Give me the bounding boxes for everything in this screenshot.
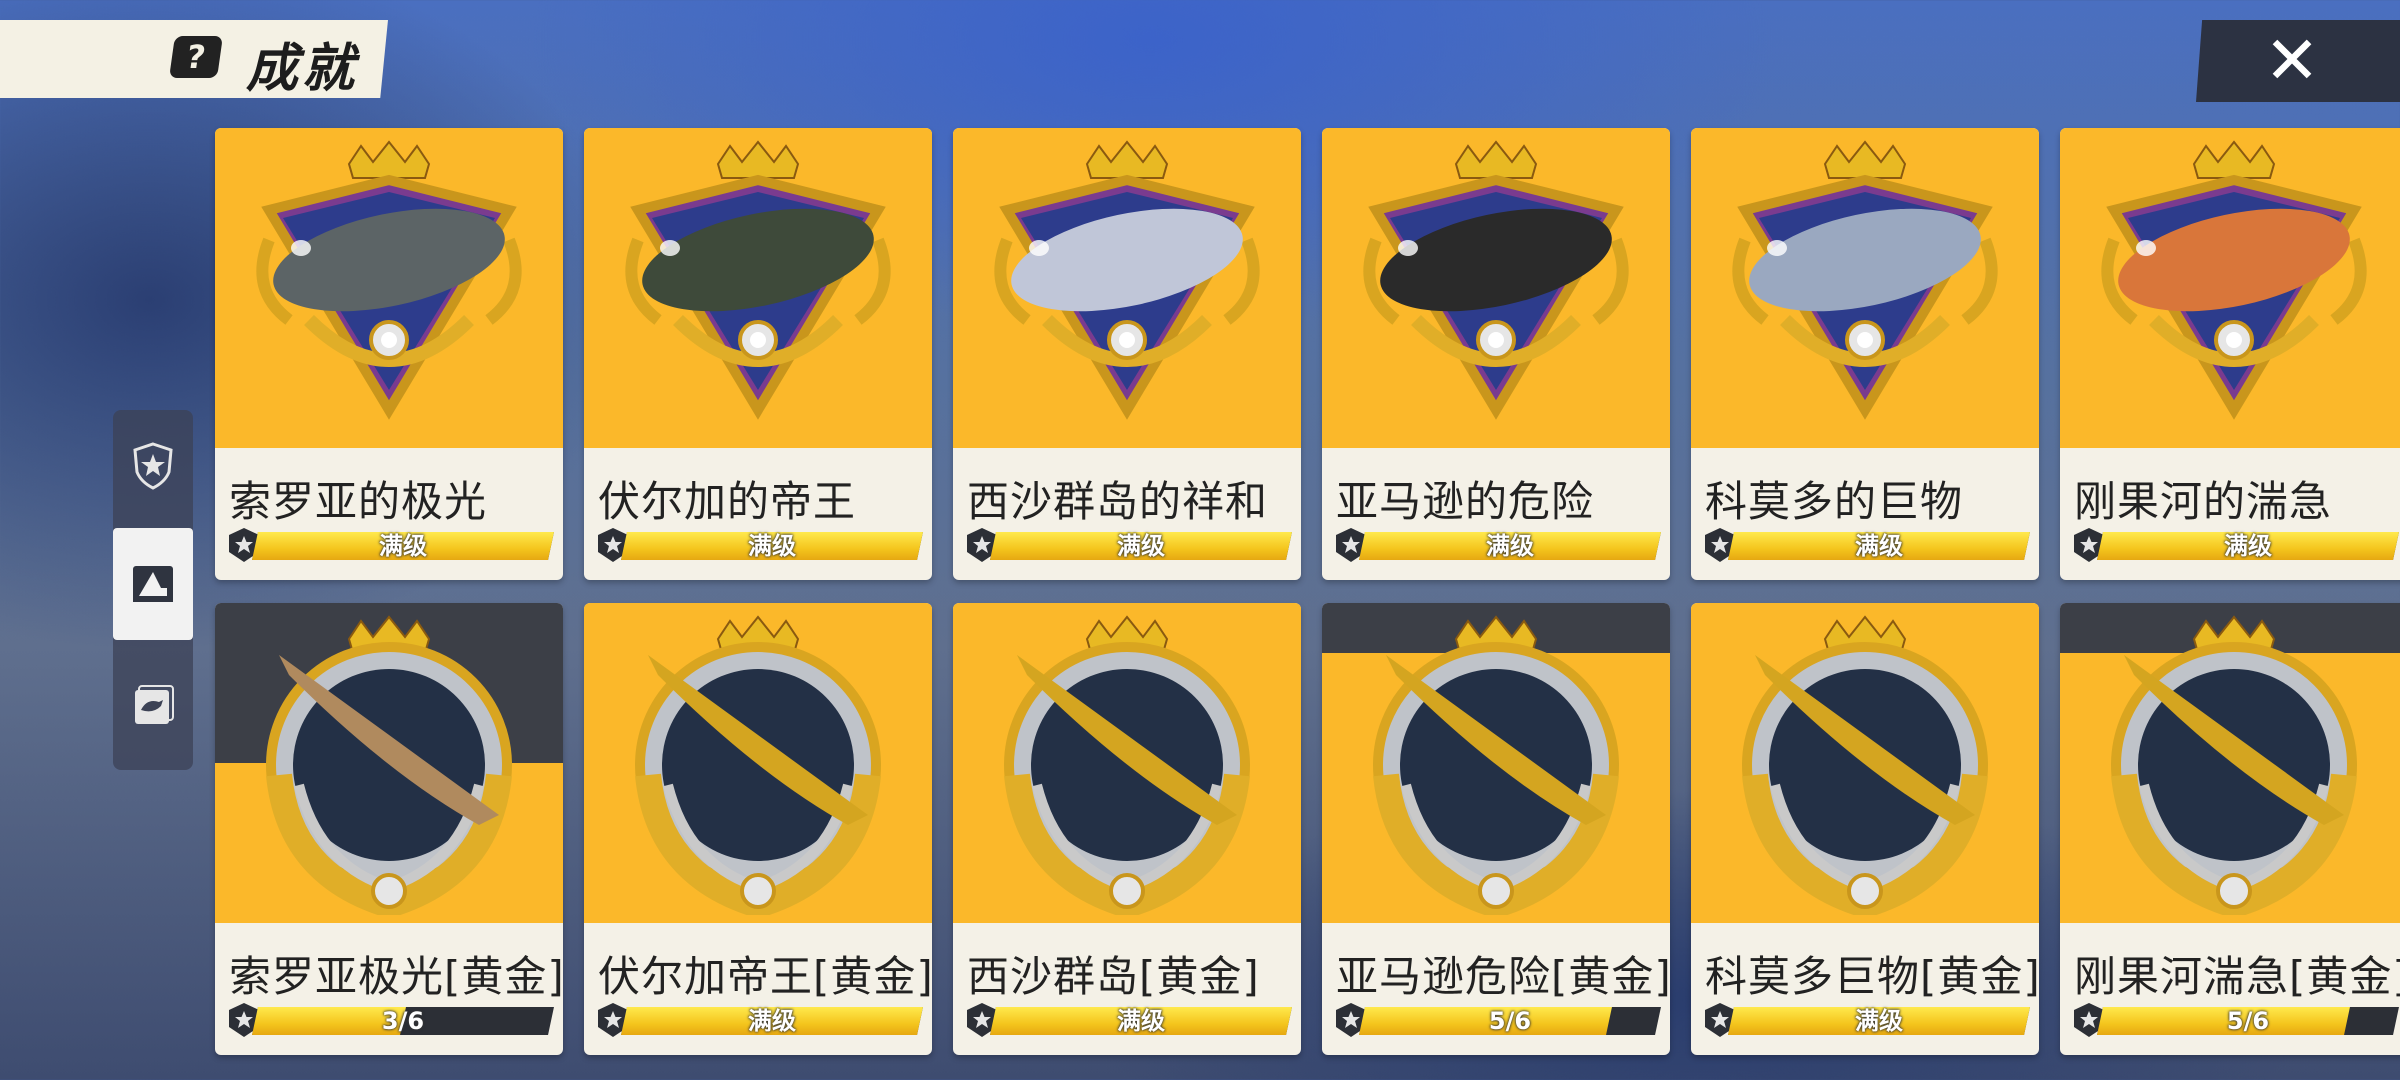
- progress-label: 满级: [1855, 532, 1903, 560]
- close-icon: ✕: [2264, 22, 2320, 99]
- achievement-name: 科莫多巨物[黄金]: [1705, 952, 2039, 1001]
- achievement-card[interactable]: 索罗亚的极光满级: [215, 128, 563, 580]
- achievement-name: 索罗亚极光[黄金]: [229, 952, 563, 1001]
- progress-label: 满级: [1855, 1007, 1903, 1035]
- shark-card-icon: [133, 566, 173, 602]
- tab-badges[interactable]: [113, 410, 193, 522]
- progress-label: 满级: [748, 1007, 796, 1035]
- achievement-card[interactable]: 亚马逊危险[黄金] 5/6: [1322, 603, 1670, 1055]
- progress-label: 满级: [748, 532, 796, 560]
- gold-laurel-icon: [1004, 615, 1250, 915]
- achievement-card[interactable]: 科莫多的巨物满级: [1691, 128, 2039, 580]
- page-title: 成就: [246, 39, 359, 99]
- achievement-art: [1322, 603, 1670, 923]
- achievement-card[interactable]: 索罗亚极光[黄金] 3/6: [215, 603, 563, 1055]
- achievement-card[interactable]: 刚果河的湍急满级: [2060, 128, 2400, 580]
- progress-label: 满级: [379, 532, 427, 560]
- achievement-card[interactable]: 西沙群岛[黄金] 满级: [953, 603, 1301, 1055]
- achievement-name: 伏尔加帝王[黄金]: [598, 952, 932, 1001]
- gold-laurel-icon: [266, 615, 512, 915]
- achievement-art: [215, 603, 563, 923]
- achievement-name: 西沙群岛的祥和: [967, 477, 1269, 526]
- close-button[interactable]: ✕: [2196, 20, 2400, 102]
- achievement-card[interactable]: 西沙群岛的祥和满级: [953, 128, 1301, 580]
- help-icon[interactable]: ?: [169, 36, 223, 78]
- gold-laurel-icon: [1742, 615, 1988, 915]
- tab-fish-cards[interactable]: [113, 528, 193, 640]
- achievement-name: 刚果河的湍急: [2074, 477, 2333, 526]
- shield-star-icon: [133, 442, 173, 490]
- achievement-card[interactable]: 伏尔加的帝王满级: [584, 128, 932, 580]
- title-bar: ? 成就: [0, 20, 388, 98]
- achievement-name: 亚马逊的危险: [1336, 477, 1595, 526]
- achievement-art: [953, 603, 1301, 923]
- achievement-card[interactable]: 刚果河湍急[黄金] 5/6: [2060, 603, 2400, 1055]
- achievement-name: 亚马逊危险[黄金]: [1336, 952, 1670, 1001]
- achievement-art: [584, 603, 932, 923]
- achievement-art: [584, 128, 932, 448]
- achievement-art: [215, 128, 563, 448]
- achievement-card[interactable]: 科莫多巨物[黄金] 满级: [1691, 603, 2039, 1055]
- trophy-crest-icon: [625, 140, 891, 420]
- trophy-crest-icon: [256, 140, 522, 420]
- achievement-art: [2060, 603, 2400, 923]
- achievement-card[interactable]: 伏尔加帝王[黄金] 满级: [584, 603, 932, 1055]
- fish-journal-icon: [135, 685, 174, 724]
- side-tab-bar: [113, 410, 193, 770]
- progress-label: 满级: [2224, 532, 2272, 560]
- achievement-art: [953, 128, 1301, 448]
- trophy-crest-icon: [994, 140, 1260, 420]
- tab-fish-journal[interactable]: [113, 650, 193, 762]
- gold-laurel-icon: [2111, 615, 2357, 915]
- achievement-name: 伏尔加的帝王: [598, 477, 857, 526]
- achievement-art: [1322, 128, 1670, 448]
- achievement-name: 科莫多的巨物: [1705, 477, 1964, 526]
- progress-label: 3/6: [381, 1007, 425, 1035]
- progress-label: 满级: [1117, 532, 1165, 560]
- achievement-name: 西沙群岛[黄金]: [967, 952, 1260, 1001]
- progress-label: 满级: [1117, 1007, 1165, 1035]
- trophy-crest-icon: [2101, 140, 2367, 420]
- achievement-name: 索罗亚的极光: [229, 477, 488, 526]
- achievement-art: [1691, 603, 2039, 923]
- achievement-art: [2060, 128, 2400, 448]
- progress-label: 5/6: [2226, 1007, 2270, 1035]
- achievement-card[interactable]: 亚马逊的危险满级: [1322, 128, 1670, 580]
- trophy-crest-icon: [1363, 140, 1629, 420]
- achievement-name: 刚果河湍急[黄金]: [2074, 952, 2400, 1001]
- gold-laurel-icon: [1373, 615, 1619, 915]
- achievement-art: [1691, 128, 2039, 448]
- trophy-crest-icon: [1732, 140, 1998, 420]
- progress-label: 满级: [1486, 532, 1534, 560]
- progress-label: 5/6: [1488, 1007, 1532, 1035]
- gold-laurel-icon: [635, 615, 881, 915]
